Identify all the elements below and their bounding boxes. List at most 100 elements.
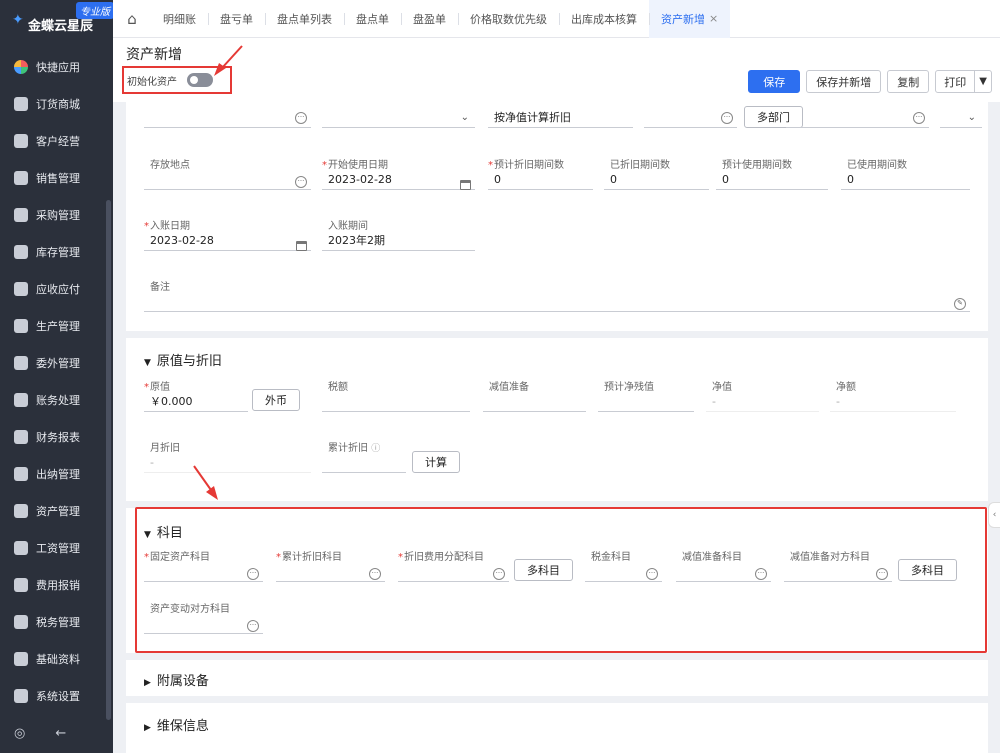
net-value-label: 净值 [712, 382, 732, 393]
more-icon[interactable]: ··· [295, 176, 307, 188]
chevron-down-icon[interactable]: ▼ [974, 71, 991, 92]
target-settings-icon[interactable]: ◎ [14, 726, 25, 741]
sidebar-item-reports[interactable]: 财务报表 [0, 418, 113, 455]
copy-button[interactable]: 复制 [887, 70, 930, 93]
entry-date-input[interactable]: 2023-02-28 [144, 231, 311, 251]
more-icon[interactable]: ··· [721, 112, 733, 124]
sidebar-item-receivable[interactable]: 应收应付 [0, 270, 113, 307]
save-button[interactable]: 保存 [748, 70, 801, 93]
close-tab-icon[interactable]: × [709, 12, 718, 25]
sidebar-item-inventory[interactable]: 库存管理 [0, 233, 113, 270]
sidebar-nav: 快捷应用 订货商城 客户经营 销售管理 采购管理 库存管理 应收应付 生产管理 … [0, 48, 113, 714]
remark-input[interactable] [144, 292, 970, 312]
accum-depr-field: 累计折旧 ⓘ [322, 439, 406, 473]
panel-collapse-handle[interactable]: ‹ [988, 502, 1000, 528]
sidebar-item-label: 资产管理 [36, 504, 80, 518]
dept-picker-input[interactable]: ··· [644, 108, 737, 128]
sidebar-item-production[interactable]: 生产管理 [0, 307, 113, 344]
start-date-field: *开始使用日期 2023-02-28 [322, 156, 475, 190]
asset-icon [14, 503, 28, 518]
section-maintenance-title[interactable]: ▶ 维保信息 [144, 715, 209, 734]
tab-count-sheet[interactable]: 盘点单 [344, 0, 401, 38]
sidebar-scrollbar[interactable] [106, 200, 111, 720]
est-depr-periods-input[interactable]: 0 [488, 170, 593, 190]
sidebar-item-label: 订货商城 [36, 97, 80, 111]
status-select[interactable]: ⌄ [940, 108, 982, 128]
accum-depr-label: 累计折旧 ⓘ [328, 443, 381, 454]
monthly-depr-display: - [144, 453, 311, 473]
status-input[interactable]: ⌄ [940, 108, 982, 128]
sidebar-item-assets[interactable]: 资产管理 [0, 492, 113, 529]
depr-method-input[interactable]: 按净值计算折旧 [488, 108, 633, 128]
print-button[interactable]: 打印 ▼ [935, 70, 992, 93]
save-and-new-button[interactable]: 保存并新增 [806, 70, 882, 93]
sidebar-item-order-mall[interactable]: 订货商城 [0, 85, 113, 122]
sidebar-item-accounting[interactable]: 账务处理 [0, 381, 113, 418]
impairment-input[interactable] [483, 392, 586, 412]
dept-field[interactable]: ··· [144, 108, 311, 128]
tab-asset-add[interactable]: 资产新增 × [649, 0, 731, 38]
more-icon[interactable]: ··· [295, 112, 307, 124]
depr-periods-input[interactable]: 0 [604, 170, 709, 190]
foreign-currency-button[interactable]: 外币 [252, 389, 300, 411]
category-input[interactable]: ⌄ [322, 108, 475, 128]
home-tab[interactable]: ⌂ [113, 0, 151, 38]
est-use-periods-input[interactable]: 0 [716, 170, 828, 190]
storage-location-label: 存放地点 [150, 160, 190, 171]
tax-amount-input[interactable] [322, 392, 470, 412]
sidebar-item-tax[interactable]: 税务管理 [0, 603, 113, 640]
sidebar-item-label: 采购管理 [36, 208, 80, 222]
calendar-icon[interactable] [460, 180, 471, 190]
caret-right-icon: ▶ [144, 723, 151, 733]
used-periods-label: 已使用期间数 [847, 160, 907, 171]
calendar-icon[interactable] [296, 241, 307, 251]
depr-method-select[interactable]: 按净值计算折旧 [488, 108, 633, 128]
original-value-input[interactable]: ￥0.000 [144, 392, 248, 412]
sidebar-item-customer[interactable]: 客户经营 [0, 122, 113, 159]
collapse-sidebar-icon[interactable]: ← [55, 726, 66, 741]
tab-ledger-detail[interactable]: 明细账 [151, 0, 208, 38]
init-asset-toggle[interactable] [187, 73, 213, 87]
sidebar-item-quick-apps[interactable]: 快捷应用 [0, 48, 113, 85]
caret-down-icon: ▼ [144, 358, 151, 368]
sidebar-item-label: 客户经营 [36, 134, 80, 148]
sidebar-item-settings[interactable]: 系统设置 [0, 677, 113, 714]
edition-badge: 专业版 [76, 2, 114, 19]
used-periods-input[interactable]: 0 [841, 170, 970, 190]
user-picker-input[interactable]: ··· [786, 108, 929, 128]
sidebar-item-sales[interactable]: 销售管理 [0, 159, 113, 196]
brand-logo[interactable]: ✦ 金蝶云星辰 专业版 [12, 2, 114, 34]
section-attached-title[interactable]: ▶ 附属设备 [144, 670, 209, 689]
accum-depr-input[interactable] [322, 453, 406, 473]
factory-icon [14, 318, 28, 333]
sidebar-item-basic-data[interactable]: 基础资料 [0, 640, 113, 677]
est-residual-input[interactable] [598, 392, 694, 412]
sidebar-item-label: 库存管理 [36, 245, 80, 259]
more-icon[interactable]: ··· [913, 112, 925, 124]
tab-label: 价格取数优先级 [470, 12, 547, 26]
edit-icon[interactable]: ✎ [954, 298, 966, 310]
dept-picker[interactable]: ··· [644, 108, 737, 128]
sidebar-item-cashier[interactable]: 出纳管理 [0, 455, 113, 492]
category-select[interactable]: ⌄ [322, 108, 475, 128]
tab-count-list[interactable]: 盘点单列表 [265, 0, 344, 38]
net-amount-field: 净额 - [830, 378, 956, 412]
start-date-input[interactable]: 2023-02-28 [322, 170, 475, 190]
sidebar-item-payroll[interactable]: 工资管理 [0, 529, 113, 566]
section-original-title[interactable]: ▼ 原值与折旧 [144, 350, 222, 369]
tab-loss-sheet[interactable]: 盘亏单 [208, 0, 265, 38]
user-picker[interactable]: ··· [786, 108, 929, 128]
calculate-button[interactable]: 计算 [412, 451, 460, 473]
sidebar-item-label: 出纳管理 [36, 467, 80, 481]
storage-location-input[interactable] [144, 170, 311, 190]
sidebar-item-expense[interactable]: 费用报销 [0, 566, 113, 603]
tab-gain-sheet[interactable]: 盘盈单 [401, 0, 458, 38]
dept-input[interactable]: ··· [144, 108, 311, 128]
sidebar-item-outsource[interactable]: 委外管理 [0, 344, 113, 381]
remark-label: 备注 [150, 282, 170, 293]
tab-label: 资产新增 [661, 12, 705, 26]
tab-label: 盘盈单 [413, 12, 446, 26]
tab-price-priority[interactable]: 价格取数优先级 [458, 0, 559, 38]
sidebar-item-purchase[interactable]: 采购管理 [0, 196, 113, 233]
tab-outbound-cost[interactable]: 出库成本核算 [559, 0, 649, 38]
